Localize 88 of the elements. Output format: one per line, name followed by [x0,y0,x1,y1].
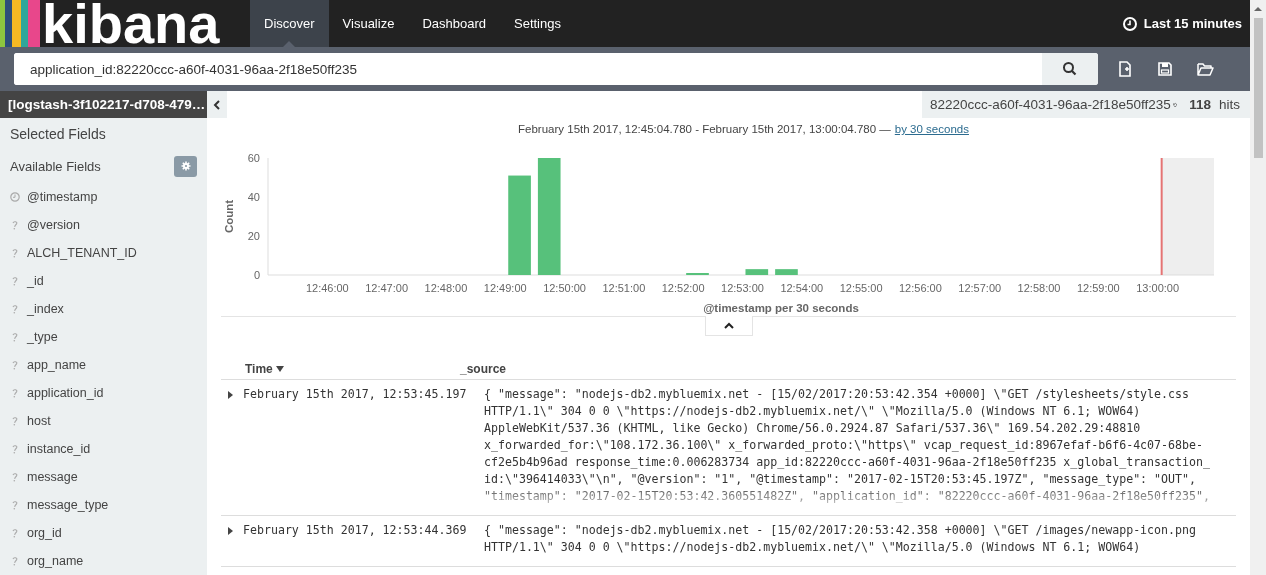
column-header[interactable]: _source [460,362,507,376]
question-mark-icon [10,528,20,538]
timestamp-cell-text: February 15th 2017, 12:53:45.197 [243,386,468,403]
question-mark-icon [10,556,20,566]
settings-icon [180,161,191,172]
search-icon [1061,60,1079,78]
tick-label: 12:56:00 [899,282,942,294]
tick-label: 12:47:00 [365,282,409,294]
nav-tab[interactable]: Dashboard [408,0,500,47]
question-mark-icon [10,304,20,314]
tick-label: 60 [247,152,260,164]
scrollbar[interactable] [1250,0,1266,575]
tick-label: 12:50:00 [543,282,586,294]
field-item[interactable]: org_name [0,547,207,575]
source-cell: { "message": "nodejs-db2.mybluemix.net - [15/02/2017:20:53:42.354 +0000] \"GET /stylesheets/style.css HTTP/1.1\" 304 0 0 \"https://nodejs-db2.mybluemix.net/\" \"Mozilla/5.0 (Windows NT 6.1; WOW64) AppleWebKit/537.36 (KHTML, like Gecko) Chrome/56.0.2924.87 Safari/537.36\" 169.54.202.29:48810 x_forwarded_for:\"108.172.36.100\" x_forwarded_proto:\"https\" vcap_request_id:8967efaf-b6f6-4c07-68be- cf2e5b4b96ad response_time:0.006283734 app_id:82220ccc-a60f-4031-96aa-2f18e50ff235 x_global_transaction_ id:\"396414033\"\n", "@version": "1", "@timestamp": "2017-02-15T20:53:45.197Z", "message_type": "OUT", "timestamp": "2017-02-15T20:53:42.360551482Z", "application_id": "82220ccc-a60f-4031-96aa-2f18e50ff235", [484,386,1210,505]
field-item[interactable]: app_name [0,351,207,379]
new-document-icon[interactable] [1116,60,1134,78]
field-item[interactable]: host [0,407,207,435]
field-item[interactable]: @timestamp [0,183,207,211]
index-pattern-title[interactable]: [logstash-3f102217-d708-479… [0,91,207,118]
hit-count: 118 [1189,97,1211,112]
question-mark-icon [10,220,20,230]
time-picker[interactable]: Last 15 minutes [1122,0,1250,47]
tick-label: 12:57:00 [958,282,1002,294]
query-text: 82220ccc-a60f-4031-96aa-2f18e50ff235 [930,97,1171,112]
question-mark-icon [10,500,20,510]
nav-tab[interactable]: Discover [250,0,329,47]
question-mark-icon [10,416,20,426]
tick-label: 12:59:00 [1076,282,1120,294]
settings-button[interactable] [174,155,197,177]
field-item[interactable]: org_id [0,519,207,547]
field-item[interactable]: instance_id [0,435,207,463]
field-item[interactable]: @version [0,211,207,239]
tick-label: 12:58:00 [1017,282,1061,294]
expand-caret-icon[interactable] [225,390,235,400]
axis-title: Count [223,199,235,234]
save-icon[interactable] [1156,60,1174,78]
field-item[interactable]: message_type [0,491,207,519]
source-cell: { "message": "nodejs-db2.mybluemix.net - [15/02/2017:20:53:42.358 +0000] \"GET /images/newapp-icon.png HTTP/1.1\" 304 0 0 \"https://nodejs-db2.mybluemix.net/\" \"Mozilla/5.0 (Windows NT 6.1; WOW64) [484,522,1196,556]
scrollbar-thumb[interactable] [1253,18,1263,158]
hits-label: hits [1219,97,1240,112]
axis-title: @timestamp per 30 seconds [703,302,859,314]
section-title: Available Fields [10,158,101,174]
sort-caret-icon[interactable] [275,366,284,372]
clock-icon [1122,16,1137,31]
clock-icon [10,192,20,202]
chevron-left-icon [212,99,222,110]
collapse-button[interactable] [207,91,227,118]
tick-label: 12:51:00 [602,282,646,294]
chevron-up-icon [723,320,734,331]
tick-label: 12:53:00 [721,282,764,294]
nav-tab[interactable]: Visualize [328,0,409,47]
tick-label: 13:00:00 [1136,282,1180,294]
toggle-chart-button[interactable] [704,316,753,336]
tick-label: 12:48:00 [424,282,468,294]
interval-link[interactable]: by 30 seconds [894,123,969,141]
timestamp-cell-text: February 15th 2017, 12:53:44.369 [243,522,468,539]
tick-label: 12:52:00 [661,282,705,294]
question-mark-icon [10,360,20,370]
tick-label: 12:49:00 [483,282,527,294]
tick-label: 12:54:00 [780,282,824,294]
expand-caret-icon[interactable] [225,526,235,536]
time-range: February 15th 2017, 12:45:04.780 - February 15th 2017, 13:00:04.780 — [518,123,891,137]
question-mark-icon [10,472,20,482]
field-item[interactable]: _index [0,295,207,323]
column-header[interactable]: Time [245,362,273,376]
nav-tab[interactable]: Settings [500,0,575,47]
tick-label: 0 [253,269,260,281]
field-item[interactable]: ALCH_TENANT_ID [0,239,207,267]
logo-text: kibana [42,0,220,47]
logo-stripes-icon [0,0,40,47]
question-mark-icon [10,444,20,454]
scroll-up-icon[interactable] [1253,4,1263,14]
question-mark-icon [10,388,20,398]
search-button[interactable] [1042,53,1098,85]
folder-icon[interactable] [1196,60,1214,78]
tick-label: 40 [247,191,260,203]
field-item[interactable]: message [0,463,207,491]
field-item[interactable]: _id [0,267,207,295]
question-mark-icon [10,276,20,286]
tick-label: 20 [247,230,260,242]
question-mark-icon [10,248,20,258]
question-mark-icon [10,332,20,342]
tick-label: 12:55:00 [839,282,883,294]
field-item[interactable]: _type [0,323,207,351]
section-title: Selected Fields [9,124,107,144]
tick-label: 12:46:00 [305,282,349,294]
field-item[interactable]: application_id [0,379,207,407]
